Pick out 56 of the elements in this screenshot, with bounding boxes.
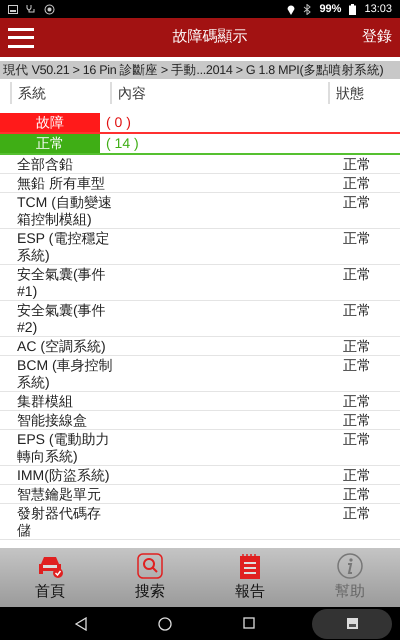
system-name: 無鉛 所有車型 bbox=[17, 175, 106, 192]
summary-label: 故障 bbox=[0, 113, 100, 132]
system-name: 集群模組 bbox=[17, 393, 74, 410]
system-status: 正常 bbox=[343, 505, 371, 523]
nav-tab[interactable]: 搜索 bbox=[100, 548, 200, 607]
system-status: 正常 bbox=[343, 357, 371, 375]
screen-title: 故障碼顯示 bbox=[172, 27, 248, 48]
summary-count: ( 0 ) bbox=[105, 113, 131, 132]
battery-percent: 99% bbox=[319, 2, 342, 17]
system-name: 智慧鑰匙單元 bbox=[17, 486, 102, 503]
menu-button[interactable] bbox=[8, 28, 34, 48]
nav-tab[interactable]: 首頁 bbox=[0, 548, 100, 607]
system-status: 正常 bbox=[343, 338, 371, 355]
summary-count: ( 14 ) bbox=[105, 134, 139, 153]
system-status: 正常 bbox=[343, 486, 371, 503]
back-icon[interactable] bbox=[75, 616, 88, 630]
bluetooth-icon bbox=[303, 4, 312, 14]
system-name: 智能接線盒 bbox=[17, 412, 88, 429]
column-header: 系統 bbox=[10, 82, 110, 104]
login-button[interactable]: 登錄 bbox=[362, 26, 392, 49]
system-name: ESP (電控穩定系統) bbox=[17, 230, 110, 264]
system-status: 正常 bbox=[343, 302, 371, 320]
column-header: 狀態 bbox=[328, 82, 364, 104]
system-status: 正常 bbox=[343, 412, 371, 429]
system-status: 正常 bbox=[343, 194, 371, 212]
system-status: 正常 bbox=[343, 156, 371, 173]
system-name: 發射器代碼存儲 bbox=[17, 505, 102, 539]
system-status: 正常 bbox=[343, 230, 371, 248]
system-status: 正常 bbox=[343, 175, 371, 192]
column-header: 內容 bbox=[110, 82, 328, 104]
system-status: 正常 bbox=[343, 393, 371, 410]
system-status: 正常 bbox=[343, 467, 371, 484]
nav-tab[interactable]: 報告 bbox=[200, 548, 300, 607]
image-icon bbox=[346, 618, 358, 629]
system-name: AC (空調系統) bbox=[17, 338, 107, 355]
home-icon[interactable] bbox=[158, 616, 172, 630]
system-name: IMM(防盜系統) bbox=[17, 467, 111, 484]
system-name: 全部含鉛 bbox=[17, 156, 74, 173]
picture-notification-icon bbox=[8, 4, 18, 14]
summary-label: 正常 bbox=[0, 134, 100, 153]
system-name: BCM (車身控制系統) bbox=[17, 357, 113, 391]
system-name: 安全氣囊(事件#2) bbox=[17, 302, 107, 336]
system-status: 正常 bbox=[343, 431, 371, 449]
system-name: TCM (自動變速箱控制模組) bbox=[17, 194, 113, 228]
recent-apps-icon[interactable] bbox=[242, 616, 255, 628]
screenshot-button[interactable] bbox=[312, 608, 392, 638]
gear-icon bbox=[44, 4, 55, 14]
system-name: 安全氣囊(事件#1) bbox=[17, 266, 107, 300]
info-icon bbox=[335, 551, 365, 582]
search-icon bbox=[135, 551, 165, 582]
clock: 13:03 bbox=[364, 2, 392, 17]
battery-icon bbox=[349, 4, 356, 14]
system-status: 正常 bbox=[343, 266, 371, 284]
location-icon bbox=[287, 4, 296, 14]
breadcrumb: 現代 V50.21 > 16 Pin 診斷座 > 手動...2014 > G 1.8 MPI(多點噴射系統) bbox=[3, 62, 384, 79]
system-name: EPS (電動助力轉向系統) bbox=[17, 431, 111, 465]
